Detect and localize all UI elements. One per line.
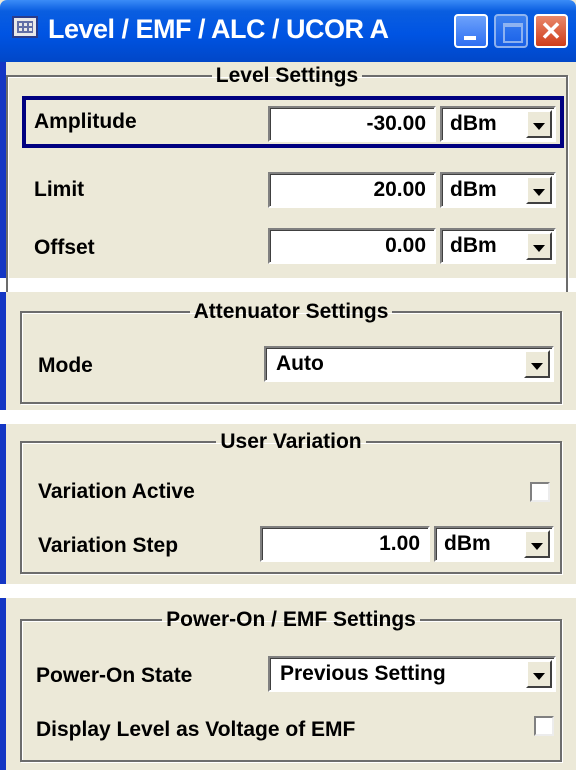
close-button[interactable]: ✕ [534, 14, 568, 48]
variation-step-input[interactable]: 1.00 [260, 526, 430, 562]
limit-label: Limit [34, 178, 85, 201]
variation-step-unit-select[interactable]: dBm [434, 526, 554, 562]
window-title: Level / EMF / ALC / UCOR A [48, 14, 389, 44]
chevron-down-icon[interactable] [524, 350, 550, 378]
user-variation-panel: User Variation Variation Active Variatio… [0, 424, 576, 584]
power-on-legend: Power-On / EMF Settings [166, 608, 416, 631]
display-emf-checkbox[interactable] [534, 716, 554, 736]
level-settings-legend: Level Settings [215, 64, 359, 87]
window-border [0, 424, 6, 584]
variation-step-label: Variation Step [38, 534, 179, 557]
offset-input[interactable]: 0.00 [268, 228, 436, 264]
window-border [0, 598, 6, 770]
mode-select[interactable]: Auto [264, 346, 554, 382]
app-icon [12, 16, 38, 38]
variation-active-label: Variation Active [38, 480, 195, 503]
level-window: Level / EMF / ALC / UCOR A ✕ Level Setti… [0, 0, 576, 298]
maximize-button[interactable] [494, 14, 528, 48]
mode-label: Mode [38, 354, 93, 377]
minimize-button[interactable] [454, 14, 488, 48]
power-on-panel: Power-On / EMF Settings Power-On State P… [0, 598, 576, 770]
attenuator-panel: Attenuator Settings Mode Auto [0, 292, 576, 410]
power-on-state-label: Power-On State [36, 664, 193, 687]
offset-unit-select[interactable]: dBm [440, 228, 556, 264]
chevron-down-icon[interactable] [526, 176, 552, 204]
offset-label: Offset [34, 236, 95, 259]
chevron-down-icon[interactable] [526, 232, 552, 260]
variation-active-checkbox[interactable] [530, 482, 550, 502]
amplitude-input[interactable]: -30.00 [268, 106, 436, 142]
user-variation-legend: User Variation [220, 430, 362, 453]
limit-input[interactable]: 20.00 [268, 172, 436, 208]
window-border [0, 62, 6, 278]
display-emf-label: Display Level as Voltage of EMF [36, 718, 356, 741]
title-bar[interactable]: Level / EMF / ALC / UCOR A ✕ [0, 0, 576, 62]
chevron-down-icon[interactable] [524, 530, 550, 558]
window-border [0, 292, 6, 410]
attenuator-settings-legend: Attenuator Settings [193, 300, 389, 323]
chevron-down-icon[interactable] [526, 660, 552, 688]
chevron-down-icon[interactable] [526, 110, 552, 138]
limit-unit-select[interactable]: dBm [440, 172, 556, 208]
power-on-state-select[interactable]: Previous Setting [268, 656, 556, 692]
amplitude-unit-select[interactable]: dBm [440, 106, 556, 142]
amplitude-label: Amplitude [34, 110, 137, 133]
